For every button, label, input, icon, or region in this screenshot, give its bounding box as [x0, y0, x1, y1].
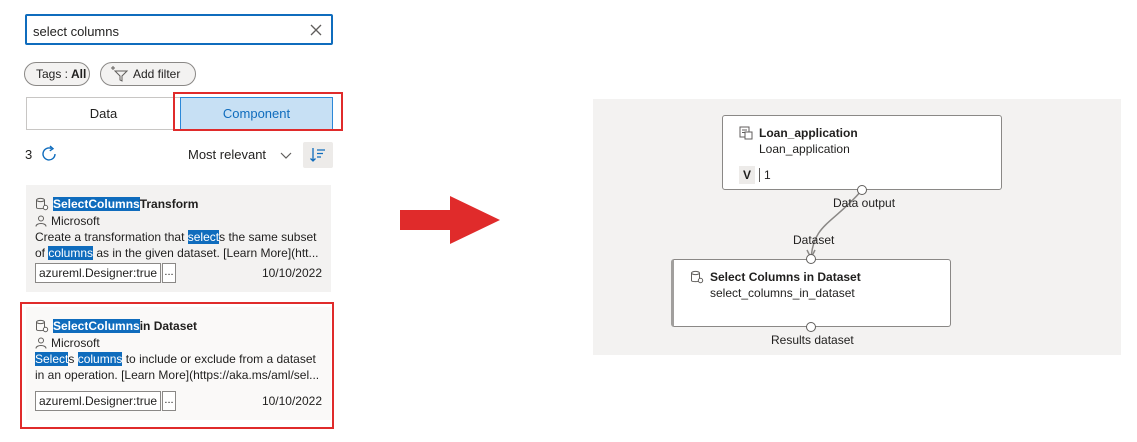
more-tags-button[interactable]: ...: [162, 391, 176, 411]
card-author: Microsoft: [35, 335, 322, 351]
output-port[interactable]: [805, 321, 817, 333]
add-filter-button[interactable]: Add filter: [100, 62, 196, 86]
desc-text: in an operation. [Learn More](https://ak…: [35, 368, 320, 382]
title-text: Transform: [139, 197, 199, 211]
author-name: Microsoft: [51, 214, 100, 228]
desc-text: to include or exclude from a dataset: [122, 352, 316, 366]
card-title: Select Columns in Dataset: [35, 317, 322, 335]
results-count: 3: [25, 146, 33, 162]
desc-highlight: columns: [77, 352, 123, 366]
user-icon: [35, 215, 47, 227]
desc-text: s: [68, 352, 78, 366]
title-highlight: Columns: [88, 319, 140, 333]
card-date: 10/10/2022: [261, 266, 322, 280]
tags-label: Tags :: [36, 67, 69, 81]
desc-highlight: columns: [48, 246, 94, 260]
desc-text: as in the given dataset. [Learn More](ht…: [93, 246, 319, 260]
sort-order-button[interactable]: [303, 142, 333, 168]
card-title: Select Columns Transform: [35, 195, 322, 213]
tab-data-label: Data: [89, 106, 118, 121]
author-name: Microsoft: [51, 336, 100, 350]
refresh-icon[interactable]: [38, 143, 60, 165]
search-box[interactable]: [25, 14, 333, 45]
tab-data[interactable]: Data: [26, 97, 181, 130]
node-title-text: Select Columns in Dataset: [710, 270, 861, 284]
description-line: of columns as in the given dataset. [Lea…: [35, 245, 322, 261]
title-highlight: Columns: [88, 197, 140, 211]
results-count-row: 3: [25, 143, 60, 165]
output-port-label: Data output: [833, 196, 896, 210]
desc-text: of: [35, 246, 49, 260]
desc-text: Create a transformation that: [35, 230, 188, 244]
desc-highlight: select: [187, 230, 220, 244]
output-port[interactable]: [856, 184, 868, 196]
card-author: Microsoft: [35, 213, 322, 229]
tag-chip[interactable]: azureml.Designer:true: [35, 391, 162, 411]
version-badge: V 1: [739, 166, 771, 184]
node-subtitle: select_columns_in_dataset: [710, 286, 855, 300]
desc-highlight: Select: [35, 352, 69, 366]
card-date: 10/10/2022: [261, 394, 322, 408]
pipeline-canvas[interactable]: Loan_application Loan_application V 1 Da…: [593, 99, 1121, 355]
output-port-label: Results dataset: [771, 333, 854, 347]
result-card[interactable]: Select Columns in Dataset Microsoft Sele…: [26, 307, 331, 420]
add-filter-icon: [111, 66, 129, 82]
node-title: Loan_application: [739, 126, 858, 140]
node-title-text: Loan_application: [759, 126, 858, 140]
card-footer: azureml.Designer:true ... 10/10/2022: [35, 263, 322, 283]
dataset-icon: [739, 126, 753, 140]
component-icon: [691, 270, 704, 284]
dataset-node[interactable]: Loan_application Loan_application V 1: [722, 115, 1002, 190]
version-letter: V: [739, 166, 755, 184]
user-icon: [35, 337, 47, 349]
result-card[interactable]: Select Columns Transform Microsoft Creat…: [26, 185, 331, 292]
title-highlight: Select: [53, 197, 89, 211]
tags-value: All: [71, 67, 87, 81]
tab-component-label: Component: [222, 106, 291, 121]
close-icon[interactable]: [307, 21, 325, 39]
title-highlight: Select: [53, 319, 89, 333]
input-port-label: Dataset: [793, 233, 835, 247]
desc-text: s the same subset: [219, 230, 317, 244]
more-tags-button[interactable]: ...: [162, 263, 176, 283]
description-line: Selects columns to include or exclude fr…: [35, 351, 322, 367]
search-input[interactable]: [33, 22, 303, 40]
title-text: in Dataset: [139, 319, 198, 333]
description-line: in an operation. [Learn More](https://ak…: [35, 367, 322, 383]
tag-chip[interactable]: azureml.Designer:true: [35, 263, 162, 283]
add-filter-label: Add filter: [133, 67, 181, 81]
tags-filter-chip[interactable]: Tags : All: [24, 62, 90, 86]
tab-component[interactable]: Component: [180, 97, 333, 130]
node-subtitle: Loan_application: [759, 142, 850, 156]
input-port[interactable]: [805, 253, 817, 265]
card-description: Create a transformation that selects the…: [35, 229, 322, 261]
version-number: 1: [759, 168, 771, 182]
arrow-right-icon: [400, 196, 500, 244]
chevron-down-icon[interactable]: [280, 150, 292, 160]
node-title: Select Columns in Dataset: [690, 270, 861, 284]
card-footer: azureml.Designer:true ... 10/10/2022: [35, 391, 322, 411]
card-description: Selects columns to include or exclude fr…: [35, 351, 322, 383]
component-node[interactable]: Select Columns in Dataset select_columns…: [671, 259, 951, 327]
sort-icon: [310, 148, 325, 162]
component-icon: [36, 197, 49, 211]
sort-dropdown-label[interactable]: Most relevant: [188, 147, 266, 162]
component-icon: [36, 319, 49, 333]
description-line: Create a transformation that selects the…: [35, 229, 322, 245]
